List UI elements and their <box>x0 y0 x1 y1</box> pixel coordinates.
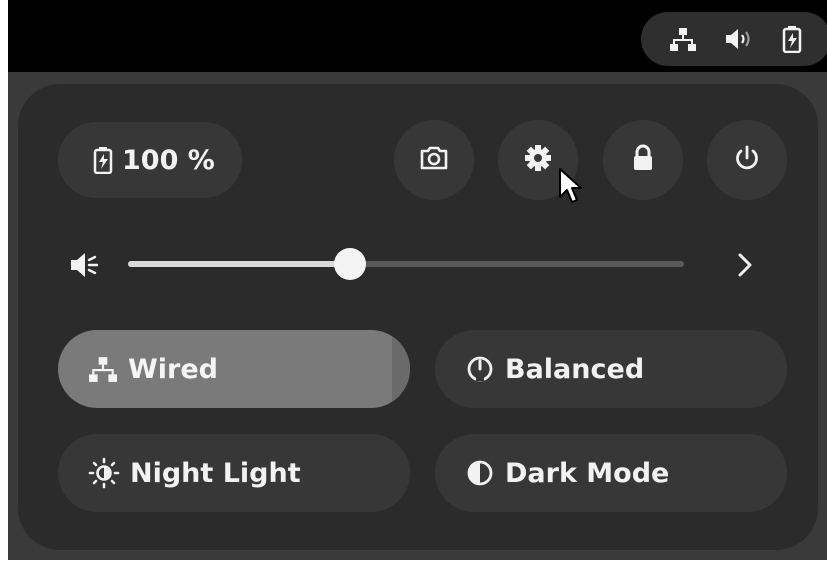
speedometer-icon <box>465 354 495 384</box>
volume-slider[interactable] <box>128 248 684 280</box>
power-button[interactable] <box>707 120 787 200</box>
top-bar <box>8 0 827 72</box>
night-light-toggle[interactable]: Night Light <box>58 434 410 512</box>
power-mode-toggle[interactable]: Balanced <box>435 330 787 408</box>
wired-toggle[interactable]: Wired <box>58 330 410 408</box>
volume-icon[interactable] <box>68 250 102 284</box>
wired-toggle-main[interactable]: Wired <box>58 330 334 408</box>
screenshot-icon <box>419 145 449 175</box>
battery-status-button[interactable]: 100 % <box>58 122 242 198</box>
screen-edge <box>0 0 8 567</box>
battery-charging-icon <box>781 25 803 53</box>
lock-screen-button[interactable] <box>603 120 683 200</box>
power-icon <box>733 144 761 176</box>
network-wired-icon <box>669 26 696 52</box>
dark-mode-icon <box>465 458 495 488</box>
power-mode-label: Balanced <box>505 353 645 385</box>
dark-mode-label: Dark Mode <box>505 457 670 489</box>
night-light-icon <box>88 457 120 489</box>
dark-mode-toggle[interactable]: Dark Mode <box>435 434 787 512</box>
network-wired-icon <box>88 355 118 383</box>
volume-icon <box>724 26 752 52</box>
screenshot-button[interactable] <box>394 120 474 200</box>
battery-charging-icon <box>92 146 114 174</box>
night-light-label: Night Light <box>130 457 301 489</box>
wired-menu-button[interactable] <box>392 330 410 408</box>
wired-toggle-label: Wired <box>128 353 218 385</box>
system-tray[interactable] <box>641 12 827 66</box>
screen-edge-bottom <box>0 560 827 567</box>
gear-icon <box>523 143 553 177</box>
volume-menu-chevron-right-icon[interactable] <box>734 251 756 283</box>
battery-percentage: 100 % <box>122 144 215 176</box>
volume-slider-fill <box>128 261 351 267</box>
mouse-pointer-icon <box>558 167 584 211</box>
lock-icon <box>630 144 656 176</box>
